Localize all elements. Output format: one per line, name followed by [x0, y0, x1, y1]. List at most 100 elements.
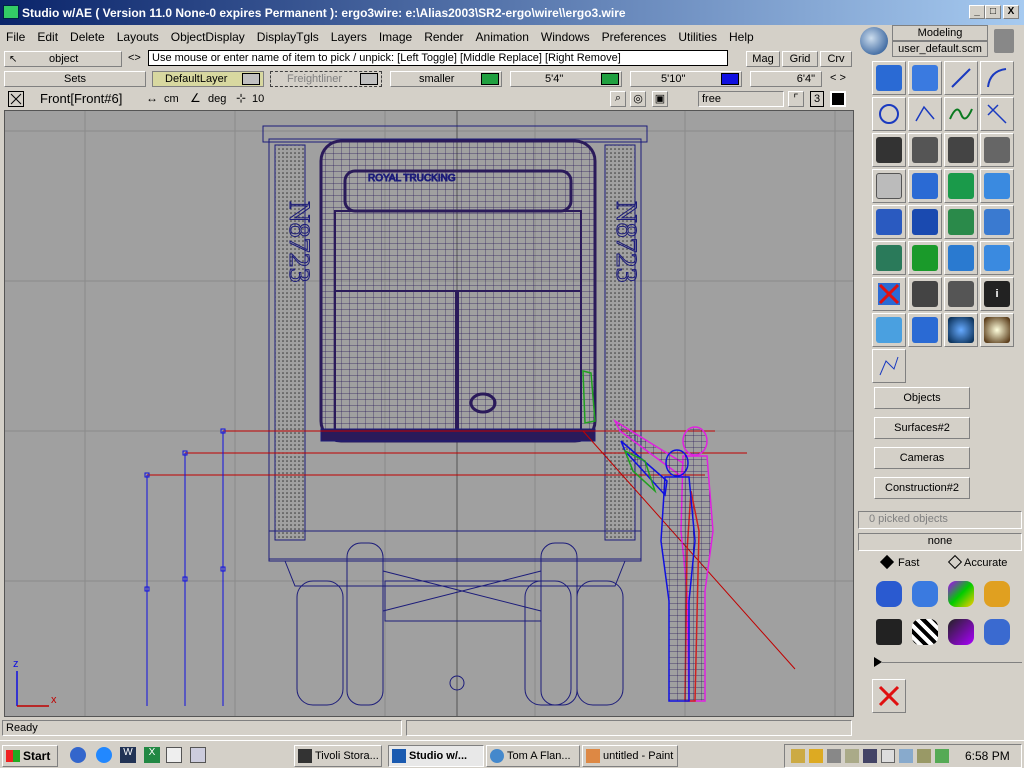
close-button[interactable]: X — [1003, 5, 1019, 19]
tray-icon-1[interactable] — [809, 749, 823, 763]
tab-surfaces[interactable]: Surfaces#2 — [874, 417, 970, 439]
task-tivoli[interactable]: Tivoli Stora... — [294, 745, 382, 767]
tray-icon-3[interactable] — [845, 749, 859, 763]
start-button[interactable]: Start — [2, 745, 58, 767]
speaker-icon[interactable] — [791, 749, 805, 763]
tool-curve-section[interactable] — [980, 97, 1014, 131]
tool-shade-blue[interactable] — [980, 615, 1014, 649]
height-64-button[interactable]: 6'4" — [750, 71, 822, 87]
menu-animation[interactable]: Animation — [470, 30, 535, 44]
globe-icon[interactable] — [860, 27, 888, 55]
menu-utilities[interactable]: Utilities — [672, 30, 723, 44]
tumble-icon[interactable]: ◎ — [630, 91, 646, 107]
fast-radio[interactable] — [879, 554, 895, 570]
tool-shade-highlight[interactable] — [944, 615, 978, 649]
tool-mesh[interactable] — [872, 313, 906, 347]
tool-light-point[interactable] — [908, 277, 942, 311]
tool-camera-up[interactable] — [908, 133, 942, 167]
quicklaunch-word-icon[interactable]: W — [120, 747, 136, 763]
tool-fillet[interactable] — [944, 241, 978, 275]
sets-button[interactable]: Sets — [4, 71, 146, 87]
angle-units[interactable]: deg — [208, 93, 226, 105]
tool-circle[interactable] — [872, 97, 906, 131]
modeling-label[interactable]: Modeling — [892, 25, 988, 41]
tool-skin[interactable] — [944, 169, 978, 203]
menu-file[interactable]: File — [0, 30, 31, 44]
tray-icon-6[interactable] — [917, 749, 931, 763]
height-markers[interactable] — [144, 428, 226, 706]
tool-shade-gold[interactable] — [980, 577, 1014, 611]
tool-cv-edit[interactable] — [872, 349, 906, 383]
tool-shade-wire[interactable] — [872, 577, 906, 611]
truck-wireframe[interactable]: N8723 N8723 ROYAL TRUCKING — [262, 125, 648, 706]
tool-patch[interactable] — [908, 313, 942, 347]
quicklaunch-excel-icon[interactable]: X — [144, 747, 160, 763]
maximize-button[interactable]: □ — [985, 5, 1001, 19]
tool-info[interactable]: i — [980, 277, 1014, 311]
tool-render-light[interactable] — [980, 313, 1014, 347]
tool-camera[interactable] — [872, 133, 906, 167]
length-units[interactable]: cm — [164, 93, 179, 105]
tool-square[interactable] — [908, 205, 942, 239]
task-paint[interactable]: untitled - Paint — [582, 745, 678, 767]
menu-render[interactable]: Render — [418, 30, 469, 44]
network-icon[interactable] — [899, 749, 913, 763]
tool-shade-stripes[interactable] — [908, 615, 942, 649]
quicklaunch-ie-icon[interactable] — [96, 747, 112, 763]
corner-icon[interactable]: ⌜ — [788, 91, 804, 107]
menu-help[interactable]: Help — [723, 30, 760, 44]
tab-construction[interactable]: Construction#2 — [874, 477, 970, 499]
tray-icon-7[interactable] — [935, 749, 949, 763]
tool-camera-down[interactable] — [944, 133, 978, 167]
tool-boundary[interactable] — [872, 205, 906, 239]
sets-scroll-arrows[interactable]: < > — [824, 71, 852, 87]
tool-project[interactable] — [908, 241, 942, 275]
accurate-radio[interactable] — [947, 554, 963, 570]
menu-windows[interactable]: Windows — [535, 30, 596, 44]
zoom-icon[interactable]: ⌕ — [610, 91, 626, 107]
menu-preferences[interactable]: Preferences — [596, 30, 673, 44]
view-color-box[interactable] — [830, 91, 846, 107]
tray-icon-5[interactable] — [881, 749, 895, 763]
grid-snap-value[interactable]: 10 — [252, 93, 264, 105]
tab-cameras[interactable]: Cameras — [874, 447, 970, 469]
mag-button[interactable]: Mag — [746, 51, 780, 67]
tool-edit-curve[interactable] — [944, 97, 978, 131]
tool-plane[interactable] — [908, 169, 942, 203]
shelf-name[interactable]: user_default.scm — [892, 41, 988, 57]
menu-displaytgls[interactable]: DisplayTgls — [251, 30, 325, 44]
tool-rail[interactable] — [944, 205, 978, 239]
prompt-input[interactable]: Use mouse or enter name of item to pick … — [148, 50, 728, 66]
menu-layers[interactable]: Layers — [325, 30, 373, 44]
tool-shade-cross[interactable] — [872, 615, 906, 649]
play-arrow-icon[interactable] — [874, 657, 882, 667]
quicklaunch-browser-icon[interactable] — [70, 747, 86, 763]
pick-arrows[interactable]: <> — [128, 52, 141, 64]
pick-mode-button[interactable]: ↖ object — [4, 51, 122, 67]
menu-delete[interactable]: Delete — [64, 30, 111, 44]
view-mode-field[interactable]: free — [698, 91, 784, 107]
menu-image[interactable]: Image — [373, 30, 418, 44]
grid-button[interactable]: Grid — [782, 51, 818, 67]
quicklaunch-desktop-icon[interactable] — [190, 747, 206, 763]
task-tom[interactable]: Tom A Flan... — [486, 745, 580, 767]
menu-layouts[interactable]: Layouts — [111, 30, 165, 44]
minimize-button[interactable]: _ — [969, 5, 985, 19]
view-close-box[interactable] — [8, 91, 24, 107]
viewport-front[interactable]: N8723 N8723 ROYAL TRUCKING z x — [4, 110, 854, 717]
tool-surface-pick[interactable] — [872, 61, 906, 95]
tool-surface-cv[interactable] — [908, 61, 942, 95]
tool-revolve[interactable] — [980, 169, 1014, 203]
tool-curve-arc[interactable] — [980, 61, 1014, 95]
frame-icon[interactable]: ▣ — [652, 91, 668, 107]
tray-icon-4[interactable] — [863, 749, 877, 763]
menu-objectdisplay[interactable]: ObjectDisplay — [165, 30, 251, 44]
tab-objects[interactable]: Objects — [874, 387, 970, 409]
tool-round[interactable] — [980, 241, 1014, 275]
tool-shade-smooth[interactable] — [908, 577, 942, 611]
trash-icon[interactable] — [994, 29, 1014, 53]
tool-extrude[interactable] — [980, 205, 1014, 239]
task-studio[interactable]: Studio w/... — [388, 745, 484, 767]
tool-render-sphere[interactable] — [944, 313, 978, 347]
tool-light-spot[interactable] — [944, 277, 978, 311]
